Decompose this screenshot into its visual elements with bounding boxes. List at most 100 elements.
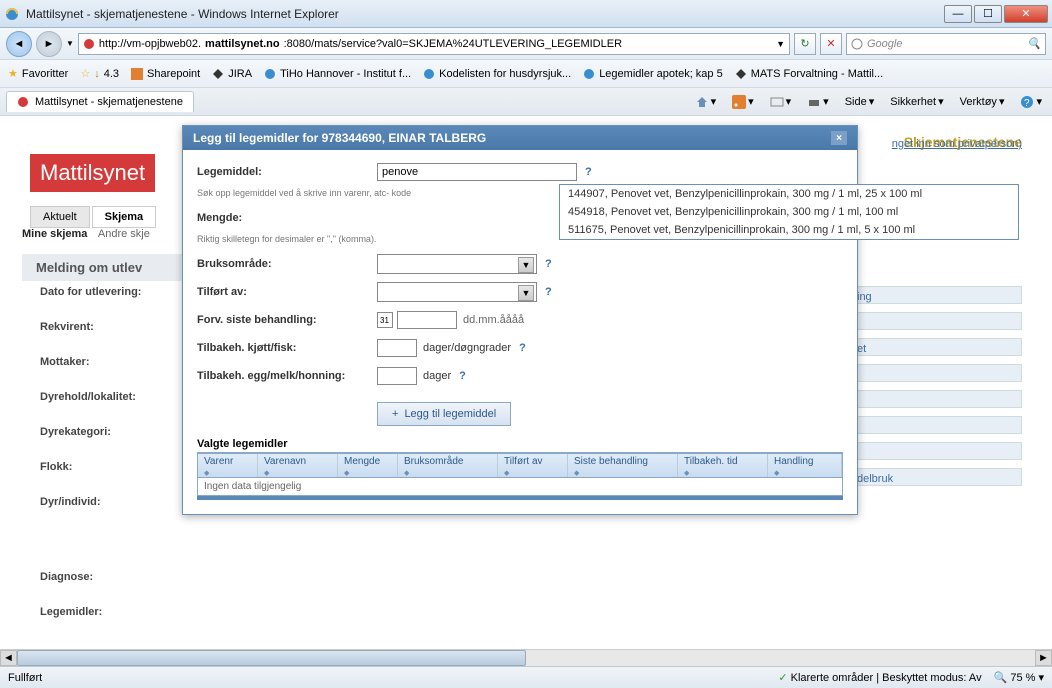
add-medicine-button[interactable]: +Legg til legemiddel — [377, 402, 511, 426]
address-bar[interactable]: http://vm-opjbweb02. mattilsynet.no :8080/… — [78, 33, 790, 55]
fav-item-6[interactable]: MATS Forvaltning - Mattil... — [735, 68, 883, 80]
tab-skjema[interactable]: Skjema — [92, 206, 157, 228]
home-button[interactable]: ▾ — [691, 93, 721, 111]
fav-item-0[interactable]: ☆↓4.3 — [80, 67, 119, 80]
horizontal-scrollbar[interactable]: ◄ ► — [0, 649, 1052, 666]
window-titlebar: Mattilsynet - skjematjenestene - Windows… — [0, 0, 1052, 28]
search-icon[interactable]: 🔍 — [1027, 37, 1041, 50]
login-link[interactable]: nget inn som privatperson) — [892, 138, 1022, 150]
subtab-andre[interactable]: Andre skje — [98, 228, 150, 240]
right-item[interactable] — [852, 416, 1022, 434]
grid-footer — [197, 496, 843, 500]
help-icon: ? — [1020, 95, 1034, 109]
calendar-icon[interactable] — [377, 312, 393, 328]
tilbakeh-egg-input[interactable] — [377, 367, 417, 385]
col-handling[interactable]: Handling — [768, 454, 842, 477]
col-tilfort[interactable]: Tilført av — [498, 454, 568, 477]
check-icon: ✓ — [778, 672, 787, 684]
close-button[interactable]: ✕ — [1004, 5, 1048, 23]
star-icon: ★ — [8, 67, 18, 80]
legemiddel-input[interactable] — [377, 163, 577, 181]
right-item[interactable]: et — [852, 338, 1022, 356]
dropdown-arrow-icon[interactable]: ▼ — [66, 39, 74, 48]
dialog-title: Legg til legemidler for 978344690, EINAR… — [193, 131, 486, 145]
jira-icon — [735, 68, 747, 80]
col-varenavn[interactable]: Varenavn — [258, 454, 338, 477]
maximize-button[interactable]: ☐ — [974, 5, 1002, 23]
fav-item-1[interactable]: Sharepoint — [131, 68, 200, 80]
help-icon[interactable]: ? — [519, 342, 526, 354]
help-icon[interactable]: ? — [545, 286, 552, 298]
sharepoint-icon — [131, 68, 143, 80]
col-mengde[interactable]: Mengde — [338, 454, 398, 477]
right-item[interactable]: delbruk — [852, 468, 1022, 486]
safety-menu[interactable]: Sikkerhet ▾ — [886, 93, 947, 110]
zoom-control[interactable]: 🔍 75 % ▾ — [994, 671, 1044, 684]
fav-item-5[interactable]: Legemidler apotek; kap 5 — [583, 68, 723, 80]
home-icon — [695, 95, 709, 109]
down-arrow-icon: ↓ — [94, 68, 100, 80]
favorites-bar: ★Favoritter ☆↓4.3 Sharepoint JIRA TiHo H… — [0, 60, 1052, 88]
scroll-left-arrow[interactable]: ◄ — [0, 650, 17, 666]
label-bruksomrade: Bruksområde: — [197, 258, 377, 270]
help-button[interactable]: ?▾ — [1016, 93, 1046, 111]
col-siste[interactable]: Siste behandling — [568, 454, 678, 477]
jira-icon — [212, 68, 224, 80]
fav-item-3[interactable]: TiHo Hannover - Institut f... — [264, 68, 411, 80]
tab-label: Mattilsynet - skjematjenestene — [35, 96, 183, 108]
col-bruksomrade[interactable]: Bruksområde — [398, 454, 498, 477]
refresh-button[interactable]: ↻ — [794, 33, 816, 55]
col-varenr[interactable]: Varenr — [198, 454, 258, 477]
star-icon: ☆ — [80, 67, 90, 80]
bruksomrade-select[interactable] — [377, 254, 537, 274]
url-post: :8080/mats/service?val0=SKJEMA%24UTLEVER… — [284, 38, 622, 50]
tilbakeh-kjott-input[interactable] — [377, 339, 417, 357]
browser-tab[interactable]: Mattilsynet - skjematjenestene — [6, 91, 194, 112]
right-item[interactable]: ing — [852, 286, 1022, 304]
favorites-button[interactable]: ★Favoritter — [8, 67, 68, 80]
grid-title: Valgte legemidler — [197, 438, 843, 453]
autocomplete-option[interactable]: 511675, Penovet vet, Benzylpenicillinpro… — [560, 221, 1018, 239]
stop-button[interactable]: ✕ — [820, 33, 842, 55]
label-dyrekategori: Dyrekategori: — [40, 426, 141, 438]
print-button[interactable]: ▾ — [803, 93, 833, 111]
right-item[interactable] — [852, 312, 1022, 330]
label-dyrehold: Dyrehold/lokalitet: — [40, 391, 141, 403]
feeds-button[interactable]: ▾ — [728, 93, 758, 111]
forward-button[interactable]: ► — [36, 31, 62, 57]
scroll-thumb[interactable] — [17, 650, 526, 666]
help-icon[interactable]: ? — [459, 370, 466, 382]
url-host: mattilsynet.no — [205, 38, 280, 50]
subtab-mine[interactable]: Mine skjema — [22, 228, 87, 240]
url-pre: http://vm-opjbweb02. — [99, 38, 201, 50]
tab-aktuelt[interactable]: Aktuelt — [30, 206, 90, 228]
help-icon[interactable]: ? — [585, 166, 592, 178]
grid-header: Varenr Varenavn Mengde Bruksområde Tilfø… — [197, 453, 843, 478]
forv-date-input[interactable] — [397, 311, 457, 329]
back-button[interactable]: ◄ — [6, 31, 32, 57]
autocomplete-option[interactable]: 144907, Penovet vet, Benzylpenicillinpro… — [560, 185, 1018, 203]
label-forv: Forv. siste behandling: — [197, 314, 377, 326]
tilfort-select[interactable] — [377, 282, 537, 302]
fav-item-4[interactable]: Kodelisten for husdyrsjuk... — [423, 68, 571, 80]
right-item[interactable] — [852, 390, 1022, 408]
tools-menu[interactable]: Verktøy ▾ — [956, 93, 1009, 110]
minimize-button[interactable]: — — [944, 5, 972, 23]
scroll-right-arrow[interactable]: ► — [1035, 650, 1052, 666]
right-item[interactable] — [852, 442, 1022, 460]
autocomplete-option[interactable]: 454918, Penovet vet, Benzylpenicillinpro… — [560, 203, 1018, 221]
mail-icon — [770, 95, 784, 109]
brand-logo: Mattilsynet — [30, 154, 155, 192]
dialog-close-button[interactable]: × — [831, 131, 847, 145]
right-item[interactable] — [852, 364, 1022, 382]
search-box[interactable]: Google 🔍 — [846, 33, 1046, 55]
address-dropdown-icon[interactable]: ▼ — [776, 39, 785, 49]
col-tilbakeh[interactable]: Tilbakeh. tid — [678, 454, 768, 477]
help-icon[interactable]: ? — [545, 258, 552, 270]
ie-icon — [4, 6, 20, 22]
fav-item-2[interactable]: JIRA — [212, 68, 252, 80]
window-title: Mattilsynet - skjematjenestene - Windows… — [26, 7, 944, 21]
label-diagnose: Diagnose: — [40, 571, 141, 583]
mail-button[interactable]: ▾ — [766, 93, 796, 111]
page-menu[interactable]: Side ▾ — [841, 93, 879, 110]
